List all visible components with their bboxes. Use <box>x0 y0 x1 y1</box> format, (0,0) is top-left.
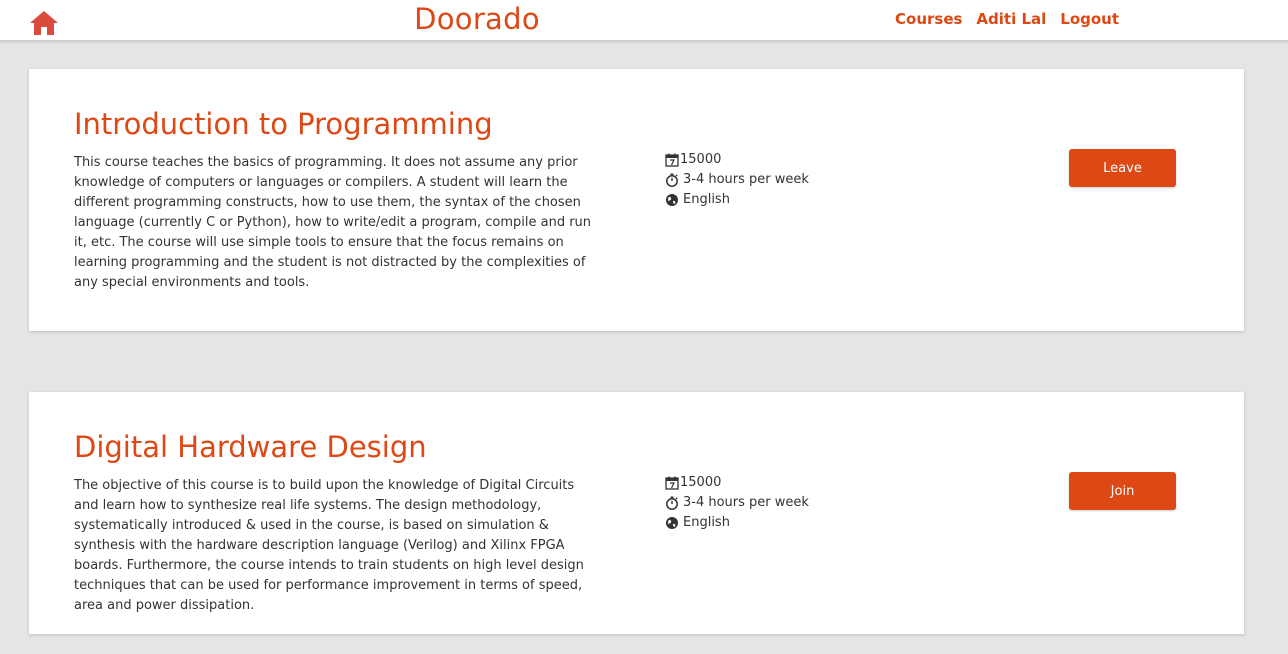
calendar-icon <box>665 153 679 167</box>
course-language-row: English <box>665 513 809 533</box>
nav-courses-link[interactable]: Courses <box>895 10 962 28</box>
course-meta: 15000 3-4 hours per week English <box>665 150 809 210</box>
nav-links: Courses Aditi Lal Logout <box>895 10 1119 28</box>
globe-icon <box>666 517 678 529</box>
course-fee-row: 15000 <box>665 150 809 170</box>
course-title: Introduction to Programming <box>74 107 493 141</box>
leave-course-button[interactable]: Leave <box>1069 149 1176 187</box>
course-language: English <box>683 192 730 207</box>
course-fee: 15000 <box>680 475 722 490</box>
course-title: Digital Hardware Design <box>74 430 427 464</box>
course-description: This course teaches the basics of progra… <box>74 155 592 290</box>
course-duration: 3-4 hours per week <box>683 495 809 510</box>
nav-logout-link[interactable]: Logout <box>1060 10 1119 28</box>
top-navbar: Doorado Courses Aditi Lal Logout <box>0 0 1288 41</box>
course-card: Introduction to Programming This course … <box>29 69 1244 331</box>
course-card: Digital Hardware Design The objective of… <box>29 392 1244 634</box>
course-meta: 15000 3-4 hours per week English <box>665 473 809 533</box>
course-fee-row: 15000 <box>665 473 809 493</box>
course-duration-row: 3-4 hours per week <box>665 493 809 513</box>
course-language: English <box>683 515 730 530</box>
course-duration-row: 3-4 hours per week <box>665 170 809 190</box>
course-fee: 15000 <box>680 152 722 167</box>
stopwatch-icon <box>666 496 678 510</box>
course-language-row: English <box>665 190 809 210</box>
join-course-button[interactable]: Join <box>1069 472 1176 510</box>
course-duration: 3-4 hours per week <box>683 172 809 187</box>
calendar-icon <box>665 476 679 490</box>
course-description: The objective of this course is to build… <box>74 478 584 613</box>
brand-title[interactable]: Doorado <box>0 2 954 36</box>
nav-user-link[interactable]: Aditi Lal <box>976 10 1046 28</box>
stopwatch-icon <box>666 173 678 187</box>
globe-icon <box>666 194 678 206</box>
